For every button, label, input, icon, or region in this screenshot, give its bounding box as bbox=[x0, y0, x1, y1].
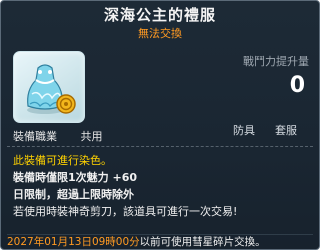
combat-power-label: 戰鬥力提升量 bbox=[243, 55, 309, 68]
set-tag: 套服 bbox=[275, 124, 297, 137]
equip-job-value: 共用 bbox=[80, 130, 103, 143]
princess-dress-icon bbox=[27, 64, 76, 114]
daily-limit-note: 日限制，超過上限時除外 bbox=[13, 188, 134, 201]
expiry-text: 以前可使用彗星碎片交換。 bbox=[139, 236, 266, 248]
item-description: 此裝備可進行染色。 裝備時僅限1次魅力 +60 日限制，超過上限時除外 若使用時… bbox=[13, 152, 311, 220]
divider bbox=[7, 146, 313, 147]
item-icon-frame bbox=[13, 51, 85, 123]
item-name: 深海公主的禮服 bbox=[103, 6, 216, 24]
combat-power-value: 0 bbox=[289, 73, 305, 98]
equip-job-row: 裝備職業 共用 bbox=[13, 128, 103, 144]
trade-status: 無法交換 bbox=[138, 27, 182, 40]
item-tooltip: 深海公主的禮服 無法交換 戰鬥力提升量 0 裝備職業 共用 防具 套服 此裝備可… bbox=[0, 0, 320, 250]
expiry-notice: 2027年01月13日09時00分以前可使用彗星碎片交換。 bbox=[7, 234, 266, 249]
armor-tag: 防具 bbox=[233, 124, 255, 137]
equip-job-label: 裝備職業 bbox=[13, 130, 57, 143]
charm-bonus: 裝備時僅限1次魅力 +60 bbox=[13, 171, 138, 184]
expiry-date: 2027年01月13日09時00分 bbox=[7, 236, 140, 248]
trade-note: 若使用時裝神奇剪刀，該道具可進行一次交易! bbox=[13, 205, 238, 218]
dye-note: 此裝備可進行染色。 bbox=[13, 154, 112, 167]
